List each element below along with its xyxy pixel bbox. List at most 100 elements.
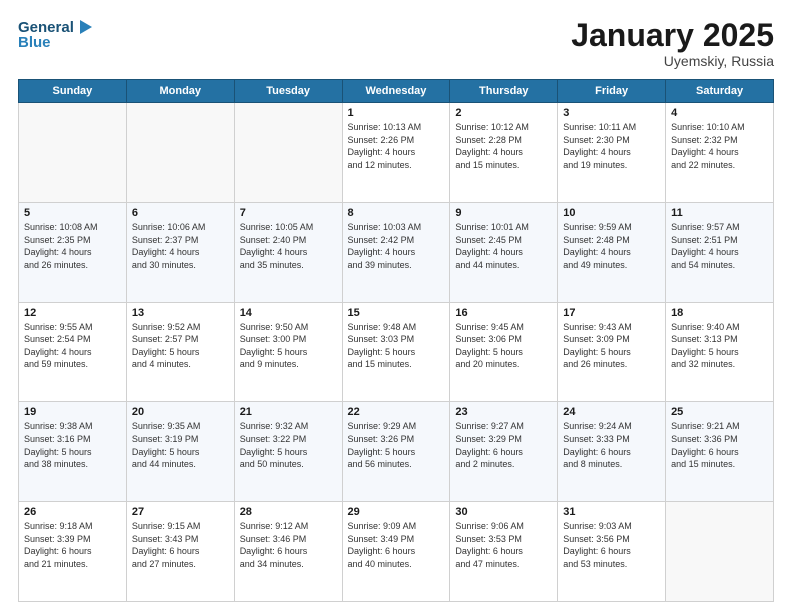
day-number: 20 — [132, 406, 229, 418]
day-info: Sunrise: 9:40 AM Sunset: 3:13 PM Dayligh… — [671, 321, 768, 371]
day-number: 25 — [671, 406, 768, 418]
day-number: 8 — [348, 207, 445, 219]
calendar-title: January 2025 — [571, 18, 774, 53]
table-cell: 30 Sunrise: 9:06 AM Sunset: 3:53 PM Dayli… — [450, 502, 558, 602]
table-cell — [234, 103, 342, 203]
day-number: 31 — [563, 506, 660, 518]
day-info: Sunrise: 10:11 AM Sunset: 2:30 PM Daylig… — [563, 121, 660, 171]
day-info: Sunrise: 9:55 AM Sunset: 2:54 PM Dayligh… — [24, 321, 121, 371]
week-row-3: 12 Sunrise: 9:55 AM Sunset: 2:54 PM Dayli… — [19, 302, 774, 402]
table-cell: 1Sunrise: 10:13 AM Sunset: 2:26 PM Dayli… — [342, 103, 450, 203]
day-info: Sunrise: 10:10 AM Sunset: 2:32 PM Daylig… — [671, 121, 768, 171]
table-cell — [666, 502, 774, 602]
day-number: 4 — [671, 107, 768, 119]
day-info: Sunrise: 10:03 AM Sunset: 2:42 PM Daylig… — [348, 221, 445, 271]
table-cell: 3 Sunrise: 10:11 AM Sunset: 2:30 PM Dayli… — [558, 103, 666, 203]
day-info: Sunrise: 9:29 AM Sunset: 3:26 PM Dayligh… — [348, 420, 445, 470]
logo: General Blue — [18, 18, 98, 51]
title-block: January 2025 Uyemskiy, Russia — [571, 18, 774, 69]
table-cell: 27Sunrise: 9:15 AM Sunset: 3:43 PM Dayli… — [126, 502, 234, 602]
day-number: 2 — [455, 107, 552, 119]
day-number: 19 — [24, 406, 121, 418]
table-cell: 25 Sunrise: 9:21 AM Sunset: 3:36 PM Dayli… — [666, 402, 774, 502]
day-number: 17 — [563, 307, 660, 319]
table-cell: 20 Sunrise: 9:35 AM Sunset: 3:19 PM Dayli… — [126, 402, 234, 502]
header-thursday: Thursday — [450, 80, 558, 103]
day-info: Sunrise: 9:35 AM Sunset: 3:19 PM Dayligh… — [132, 420, 229, 470]
table-cell: 10 Sunrise: 9:59 AM Sunset: 2:48 PM Dayli… — [558, 202, 666, 302]
table-cell: 18 Sunrise: 9:40 AM Sunset: 3:13 PM Dayli… — [666, 302, 774, 402]
day-info: Sunrise: 9:43 AM Sunset: 3:09 PM Dayligh… — [563, 321, 660, 371]
table-cell: 13Sunrise: 9:52 AM Sunset: 2:57 PM Dayli… — [126, 302, 234, 402]
logo-general: General — [18, 19, 74, 36]
logo-blue: Blue — [18, 34, 51, 51]
header-wednesday: Wednesday — [342, 80, 450, 103]
table-cell: 11 Sunrise: 9:57 AM Sunset: 2:51 PM Dayli… — [666, 202, 774, 302]
table-cell: 2Sunrise: 10:12 AM Sunset: 2:28 PM Dayli… — [450, 103, 558, 203]
day-info: Sunrise: 10:08 AM Sunset: 2:35 PM Daylig… — [24, 221, 121, 271]
day-info: Sunrise: 9:06 AM Sunset: 3:53 PM Dayligh… — [455, 520, 552, 570]
table-cell: 17 Sunrise: 9:43 AM Sunset: 3:09 PM Dayli… — [558, 302, 666, 402]
day-info: Sunrise: 9:18 AM Sunset: 3:39 PM Dayligh… — [24, 520, 121, 570]
day-number: 26 — [24, 506, 121, 518]
day-info: Sunrise: 9:32 AM Sunset: 3:22 PM Dayligh… — [240, 420, 337, 470]
day-info: Sunrise: 9:48 AM Sunset: 3:03 PM Dayligh… — [348, 321, 445, 371]
day-info: Sunrise: 9:38 AM Sunset: 3:16 PM Dayligh… — [24, 420, 121, 470]
day-number: 10 — [563, 207, 660, 219]
table-cell: 29 Sunrise: 9:09 AM Sunset: 3:49 PM Dayli… — [342, 502, 450, 602]
table-cell: 26 Sunrise: 9:18 AM Sunset: 3:39 PM Dayli… — [19, 502, 127, 602]
day-number: 15 — [348, 307, 445, 319]
table-cell: 28 Sunrise: 9:12 AM Sunset: 3:46 PM Dayli… — [234, 502, 342, 602]
table-cell: 9Sunrise: 10:01 AM Sunset: 2:45 PM Dayli… — [450, 202, 558, 302]
day-info: Sunrise: 10:06 AM Sunset: 2:37 PM Daylig… — [132, 221, 229, 271]
table-cell: 15 Sunrise: 9:48 AM Sunset: 3:03 PM Dayli… — [342, 302, 450, 402]
table-cell: 31 Sunrise: 9:03 AM Sunset: 3:56 PM Dayli… — [558, 502, 666, 602]
calendar-page: General Blue January 2025 Uyemskiy, Russ… — [0, 0, 792, 612]
table-cell: 19 Sunrise: 9:38 AM Sunset: 3:16 PM Dayli… — [19, 402, 127, 502]
day-number: 28 — [240, 506, 337, 518]
day-number: 30 — [455, 506, 552, 518]
table-cell: 21 Sunrise: 9:32 AM Sunset: 3:22 PM Dayli… — [234, 402, 342, 502]
day-number: 16 — [455, 307, 552, 319]
day-info: Sunrise: 9:27 AM Sunset: 3:29 PM Dayligh… — [455, 420, 552, 470]
day-info: Sunrise: 9:09 AM Sunset: 3:49 PM Dayligh… — [348, 520, 445, 570]
day-info: Sunrise: 9:57 AM Sunset: 2:51 PM Dayligh… — [671, 221, 768, 271]
day-number: 18 — [671, 307, 768, 319]
day-info: Sunrise: 9:21 AM Sunset: 3:36 PM Dayligh… — [671, 420, 768, 470]
header: General Blue January 2025 Uyemskiy, Russ… — [18, 18, 774, 69]
day-number: 29 — [348, 506, 445, 518]
table-cell — [19, 103, 127, 203]
table-cell: 7Sunrise: 10:05 AM Sunset: 2:40 PM Dayli… — [234, 202, 342, 302]
day-info: Sunrise: 9:45 AM Sunset: 3:06 PM Dayligh… — [455, 321, 552, 371]
table-cell — [126, 103, 234, 203]
weekday-header-row: Sunday Monday Tuesday Wednesday Thursday… — [19, 80, 774, 103]
week-row-4: 19 Sunrise: 9:38 AM Sunset: 3:16 PM Dayli… — [19, 402, 774, 502]
day-number: 3 — [563, 107, 660, 119]
day-number: 14 — [240, 307, 337, 319]
day-number: 12 — [24, 307, 121, 319]
day-number: 11 — [671, 207, 768, 219]
day-info: Sunrise: 10:01 AM Sunset: 2:45 PM Daylig… — [455, 221, 552, 271]
day-number: 23 — [455, 406, 552, 418]
day-info: Sunrise: 10:05 AM Sunset: 2:40 PM Daylig… — [240, 221, 337, 271]
day-info: Sunrise: 9:15 AM Sunset: 3:43 PM Dayligh… — [132, 520, 229, 570]
day-number: 6 — [132, 207, 229, 219]
table-cell: 22Sunrise: 9:29 AM Sunset: 3:26 PM Dayli… — [342, 402, 450, 502]
header-monday: Monday — [126, 80, 234, 103]
day-number: 24 — [563, 406, 660, 418]
week-row-1: 1Sunrise: 10:13 AM Sunset: 2:26 PM Dayli… — [19, 103, 774, 203]
header-saturday: Saturday — [666, 80, 774, 103]
table-cell: 12 Sunrise: 9:55 AM Sunset: 2:54 PM Dayli… — [19, 302, 127, 402]
calendar-table: Sunday Monday Tuesday Wednesday Thursday… — [18, 79, 774, 602]
day-number: 1 — [348, 107, 445, 119]
day-info: Sunrise: 9:24 AM Sunset: 3:33 PM Dayligh… — [563, 420, 660, 470]
logo-arrow-icon — [76, 18, 94, 36]
day-info: Sunrise: 9:59 AM Sunset: 2:48 PM Dayligh… — [563, 221, 660, 271]
day-info: Sunrise: 9:52 AM Sunset: 2:57 PM Dayligh… — [132, 321, 229, 371]
day-info: Sunrise: 9:03 AM Sunset: 3:56 PM Dayligh… — [563, 520, 660, 570]
header-sunday: Sunday — [19, 80, 127, 103]
week-row-2: 5 Sunrise: 10:08 AM Sunset: 2:35 PM Dayli… — [19, 202, 774, 302]
day-info: Sunrise: 9:12 AM Sunset: 3:46 PM Dayligh… — [240, 520, 337, 570]
day-number: 5 — [24, 207, 121, 219]
day-number: 21 — [240, 406, 337, 418]
